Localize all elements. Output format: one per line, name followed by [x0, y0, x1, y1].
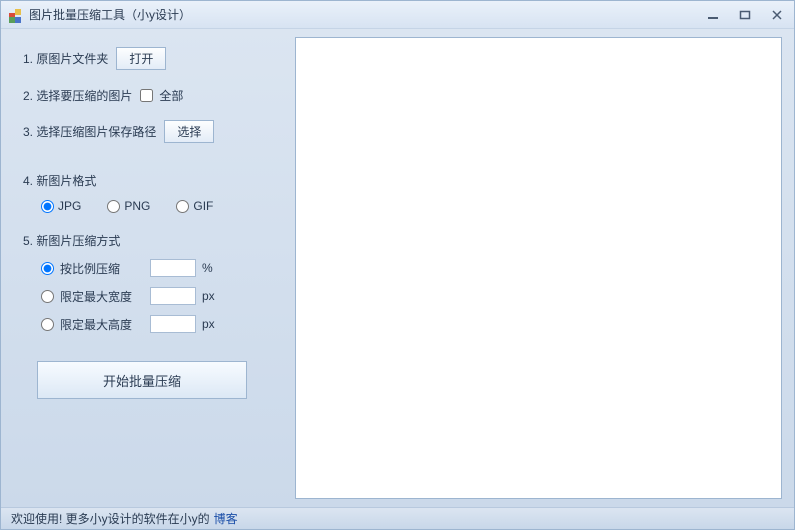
- maximize-button[interactable]: [734, 7, 756, 23]
- close-button[interactable]: [766, 7, 788, 23]
- preview-panel: [291, 29, 794, 507]
- format-png-option[interactable]: PNG: [107, 199, 150, 213]
- mode-maxh-radio[interactable]: [41, 318, 54, 331]
- format-png-radio[interactable]: [107, 200, 120, 213]
- step4-row: 4. 新图片格式: [23, 169, 281, 191]
- compress-group: 按比例压缩 % 限定最大宽度 px 限定最大高度 px: [23, 259, 281, 333]
- mode-maxw-radio[interactable]: [41, 290, 54, 303]
- format-gif-radio[interactable]: [176, 200, 189, 213]
- step1-label: 1. 原图片文件夹: [23, 50, 108, 67]
- minimize-button[interactable]: [702, 7, 724, 23]
- maxw-input[interactable]: [150, 287, 196, 305]
- step1-row: 1. 原图片文件夹 打开: [23, 47, 281, 70]
- format-jpg-radio[interactable]: [41, 200, 54, 213]
- app-icon: [7, 7, 23, 23]
- mode-maxh-label: 限定最大高度: [60, 316, 142, 333]
- controls-panel: 1. 原图片文件夹 打开 2. 选择要压缩的图片 全部 3. 选择压缩图片保存路…: [1, 29, 291, 507]
- mode-ratio-label: 按比例压缩: [60, 260, 142, 277]
- open-folder-button[interactable]: 打开: [116, 47, 166, 70]
- step2-label: 2. 选择要压缩的图片: [23, 87, 132, 104]
- status-text: 欢迎使用! 更多小y设计的软件在小y的: [11, 510, 210, 527]
- step3-label: 3. 选择压缩图片保存路径: [23, 123, 156, 140]
- maxw-unit: px: [202, 289, 220, 303]
- step5-row: 5. 新图片压缩方式: [23, 229, 281, 251]
- maxh-input[interactable]: [150, 315, 196, 333]
- select-all-checkbox[interactable]: [140, 89, 153, 102]
- step3-row: 3. 选择压缩图片保存路径 选择: [23, 120, 281, 143]
- select-all-label: 全部: [159, 87, 183, 104]
- blog-link[interactable]: 博客: [214, 510, 238, 527]
- step5-label: 5. 新图片压缩方式: [23, 232, 120, 249]
- format-group: JPG PNG GIF: [23, 199, 281, 213]
- statusbar: 欢迎使用! 更多小y设计的软件在小y的 博客: [1, 507, 794, 529]
- mode-ratio-radio[interactable]: [41, 262, 54, 275]
- choose-path-button[interactable]: 选择: [164, 120, 214, 143]
- window-controls: [702, 7, 788, 23]
- mode-ratio-row: 按比例压缩 %: [41, 259, 281, 277]
- client-area: 1. 原图片文件夹 打开 2. 选择要压缩的图片 全部 3. 选择压缩图片保存路…: [1, 29, 794, 507]
- ratio-unit: %: [202, 261, 220, 275]
- mode-maxh-row: 限定最大高度 px: [41, 315, 281, 333]
- mode-maxw-row: 限定最大宽度 px: [41, 287, 281, 305]
- step4-label: 4. 新图片格式: [23, 172, 96, 189]
- step2-row: 2. 选择要压缩的图片 全部: [23, 84, 281, 106]
- window-title: 图片批量压缩工具（小y设计）: [29, 6, 702, 23]
- titlebar[interactable]: 图片批量压缩工具（小y设计）: [1, 1, 794, 29]
- ratio-input[interactable]: [150, 259, 196, 277]
- app-window: 图片批量压缩工具（小y设计） 1. 原图片文件夹 打开 2. 选择要压缩的图片 …: [0, 0, 795, 530]
- start-compress-button[interactable]: 开始批量压缩: [37, 361, 247, 399]
- mode-maxw-label: 限定最大宽度: [60, 288, 142, 305]
- preview-area: [295, 37, 782, 499]
- maxh-unit: px: [202, 317, 220, 331]
- format-jpg-option[interactable]: JPG: [41, 199, 81, 213]
- format-gif-option[interactable]: GIF: [176, 199, 213, 213]
